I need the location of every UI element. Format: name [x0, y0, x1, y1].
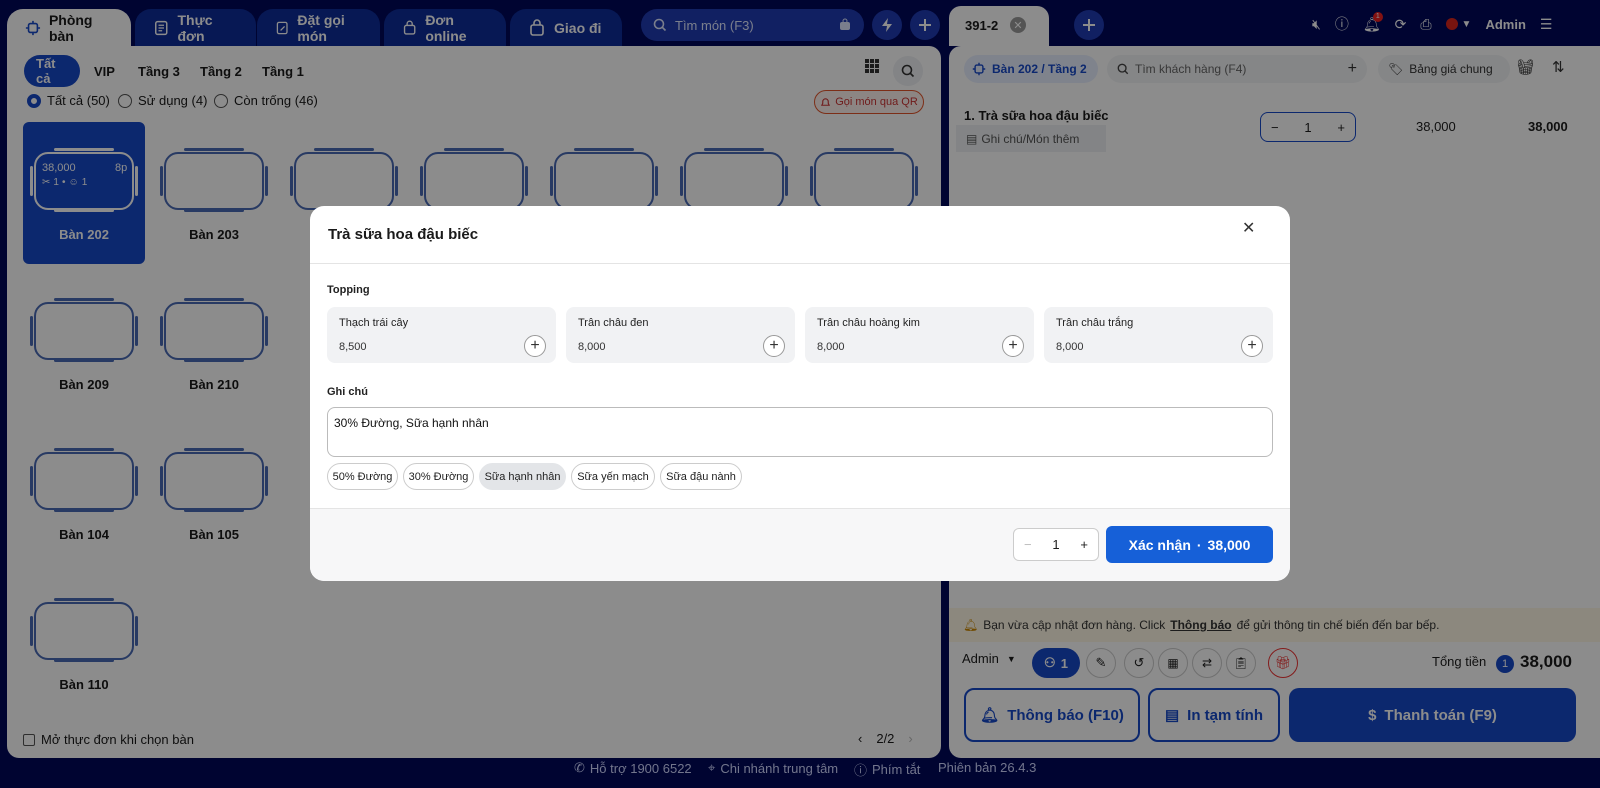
dialog-title: Trà sữa hoa đậu biếc	[328, 226, 479, 243]
topping-name: Thạch trái cây	[339, 317, 409, 329]
topping-name: Trân châu đen	[578, 317, 649, 329]
separator-dot: ·	[1196, 536, 1202, 553]
topping-name: Trân châu hoàng kim	[817, 317, 920, 329]
topping-card[interactable]: Trân châu đen 8,000 +	[566, 307, 795, 363]
item-options-dialog: Trà sữa hoa đậu biếc ✕ Topping Thạch trá…	[310, 206, 1290, 581]
confirm-amount: 38,000	[1207, 536, 1251, 553]
confirm-button[interactable]: Xác nhận · 38,000	[1106, 526, 1273, 563]
minus-icon[interactable]: −	[1024, 537, 1032, 552]
plus-icon[interactable]: +	[1080, 537, 1088, 552]
quick-note-chip[interactable]: 30% Đường	[403, 463, 474, 490]
note-textarea[interactable]: 30% Đường, Sữa hạnh nhân	[327, 407, 1273, 457]
add-topping-button[interactable]: +	[1241, 335, 1263, 357]
topping-card[interactable]: Trân châu hoàng kim 8,000 +	[805, 307, 1034, 363]
topping-card[interactable]: Trân châu trắng 8,000 +	[1044, 307, 1273, 363]
topping-price: 8,000	[578, 341, 606, 353]
topping-name: Trân châu trắng	[1056, 317, 1134, 329]
topping-heading: Topping	[327, 284, 370, 296]
topping-card[interactable]: Thạch trái cây 8,500 +	[327, 307, 556, 363]
dialog-qty[interactable]: 1	[1052, 537, 1059, 552]
quick-note-chip[interactable]: 50% Đường	[327, 463, 398, 490]
quick-note-chip[interactable]: Sữa yến mạch	[571, 463, 655, 490]
topping-price: 8,000	[1056, 341, 1084, 353]
dialog-qty-stepper[interactable]: − 1 +	[1013, 528, 1099, 561]
divider	[310, 263, 1290, 264]
add-topping-button[interactable]: +	[1002, 335, 1024, 357]
close-icon[interactable]: ✕	[1242, 218, 1255, 238]
quick-note-chip-selected[interactable]: Sữa hạnh nhân	[479, 463, 566, 490]
add-topping-button[interactable]: +	[524, 335, 546, 357]
note-heading: Ghi chú	[327, 386, 368, 398]
topping-price: 8,500	[339, 341, 367, 353]
confirm-label: Xác nhận	[1128, 536, 1191, 553]
add-topping-button[interactable]: +	[763, 335, 785, 357]
topping-price: 8,000	[817, 341, 845, 353]
quick-note-chip[interactable]: Sữa đậu nành	[660, 463, 742, 490]
